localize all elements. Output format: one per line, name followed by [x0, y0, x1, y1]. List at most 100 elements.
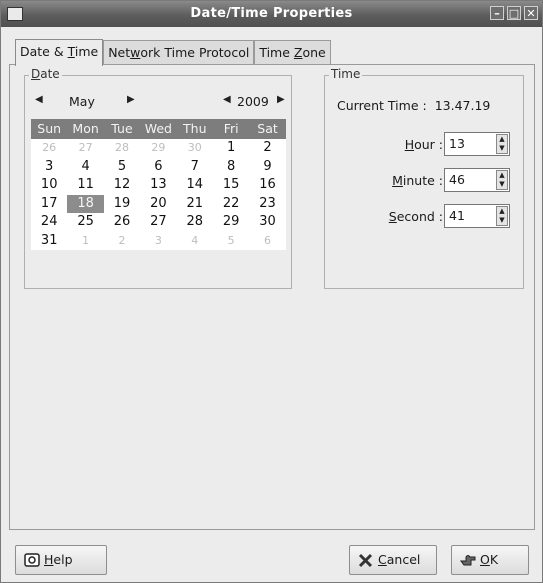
- cancel-button[interactable]: Cancel: [349, 545, 437, 575]
- calendar-day[interactable]: 31: [31, 232, 67, 251]
- tab-bar: Date & Time Network Time Protocol Time Z…: [15, 39, 331, 66]
- window: Date/Time Properties – □ ✕ Date & Time N…: [0, 0, 543, 583]
- minimize-icon[interactable]: –: [490, 6, 504, 20]
- hour-spin-arrows-icon[interactable]: ▲ ▼: [496, 134, 508, 154]
- minute-spin-arrows-icon[interactable]: ▲ ▼: [496, 170, 508, 190]
- label-text: K: [489, 552, 499, 567]
- calendar-day[interactable]: 7: [177, 158, 213, 177]
- calendar-day[interactable]: 27: [140, 213, 176, 232]
- calendar-day[interactable]: 30: [249, 213, 285, 232]
- calendar-day[interactable]: 17: [31, 195, 67, 214]
- maximize-icon[interactable]: □: [507, 6, 521, 20]
- second-spin-arrows-icon[interactable]: ▲ ▼: [496, 206, 508, 226]
- minute-row: Minute : 46 ▲ ▼: [325, 168, 525, 194]
- calendar-day[interactable]: 19: [104, 195, 140, 214]
- calendar-day[interactable]: 4: [177, 232, 213, 251]
- calendar-day[interactable]: 28: [104, 139, 140, 158]
- month-label: May: [69, 94, 95, 109]
- calendar-day[interactable]: 28: [177, 213, 213, 232]
- calendar-day[interactable]: 5: [104, 158, 140, 177]
- calendar-day[interactable]: 2: [104, 232, 140, 251]
- calendar-day[interactable]: 29: [140, 139, 176, 158]
- next-year-icon[interactable]: ▶: [277, 94, 285, 105]
- calendar-day[interactable]: 30: [177, 139, 213, 158]
- weekday-label: Wed: [144, 121, 172, 136]
- tab-label: Time: [259, 45, 294, 60]
- help-button[interactable]: Help: [15, 545, 107, 575]
- calendar-day[interactable]: 27: [67, 139, 103, 158]
- help-icon: [24, 553, 40, 567]
- calendar-day[interactable]: 23: [249, 195, 285, 214]
- hour-value[interactable]: 13: [449, 136, 465, 151]
- prev-year-icon[interactable]: ◀: [223, 94, 231, 105]
- tab-time-zone[interactable]: Time Zone: [254, 40, 331, 65]
- date-frame: Date ◀ May ▶ ◀ 2009 ▶ Sun Mon Tue Wed Thu Fri…: [24, 67, 292, 289]
- second-row: Second : 41 ▲ ▼: [325, 204, 525, 230]
- ok-hand-icon: [460, 555, 476, 566]
- label-mnemonic: M: [392, 173, 403, 188]
- second-value[interactable]: 41: [449, 208, 465, 223]
- ok-button[interactable]: OK: [451, 545, 529, 575]
- calendar-day[interactable]: 1: [67, 232, 103, 251]
- calendar-day[interactable]: 25: [67, 213, 103, 232]
- minute-label: Minute :: [392, 173, 443, 188]
- prev-month-icon[interactable]: ◀: [35, 94, 43, 105]
- second-spinbox[interactable]: 41 ▲ ▼: [444, 204, 510, 228]
- hour-spinbox[interactable]: 13 ▲ ▼: [444, 132, 510, 156]
- calendar-day[interactable]: 24: [31, 213, 67, 232]
- label-mnemonic: H: [404, 137, 415, 152]
- calendar-day[interactable]: 20: [140, 195, 176, 214]
- calendar-day[interactable]: 6: [140, 158, 176, 177]
- hour-row: Hour : 13 ▲ ▼: [325, 132, 525, 158]
- calendar-day[interactable]: 15: [213, 176, 249, 195]
- help-label: Help: [44, 546, 73, 574]
- calendar-day[interactable]: 1: [213, 139, 249, 158]
- label-text: inute :: [402, 173, 443, 188]
- label-text: elp: [53, 552, 73, 567]
- title-bar[interactable]: Date/Time Properties – □ ✕: [1, 1, 542, 27]
- calendar-day[interactable]: 22: [213, 195, 249, 214]
- close-icon[interactable]: ✕: [524, 6, 538, 20]
- cancel-label: Cancel: [378, 546, 420, 574]
- tab-label: Net: [108, 45, 131, 60]
- calendar-day[interactable]: 21: [177, 195, 213, 214]
- calendar-day[interactable]: 26: [104, 213, 140, 232]
- calendar-day[interactable]: 5: [213, 232, 249, 251]
- label-text: our :: [414, 137, 443, 152]
- tab-network-time-protocol[interactable]: Network Time Protocol: [103, 40, 255, 65]
- calendar-day[interactable]: 12: [104, 176, 140, 195]
- calendar-day[interactable]: 29: [213, 213, 249, 232]
- calendar-day[interactable]: 8: [213, 158, 249, 177]
- cancel-icon: [358, 553, 373, 568]
- frame-label-mnemonic: D: [31, 67, 41, 81]
- ok-label: OK: [480, 546, 498, 574]
- second-label: Second :: [389, 209, 443, 224]
- minute-value[interactable]: 46: [449, 172, 465, 187]
- calendar-day[interactable]: 9: [249, 158, 285, 177]
- time-frame: Time Current Time : 13.47.19 Hour : 13 ▲ ▼…: [324, 67, 525, 289]
- next-month-icon[interactable]: ▶: [127, 94, 135, 105]
- weekday-header: Sun Mon Tue Wed Thu Fri Sat: [31, 119, 286, 139]
- tab-mnemonic: T: [67, 44, 75, 59]
- tab-date-time[interactable]: Date & Time: [15, 39, 104, 66]
- label-mnemonic: C: [378, 552, 387, 567]
- calendar-day[interactable]: 3: [31, 158, 67, 177]
- label-mnemonic: H: [44, 552, 54, 567]
- weekday-label: Thu: [183, 121, 207, 136]
- calendar-day[interactable]: 14: [177, 176, 213, 195]
- calendar-day[interactable]: 16: [249, 176, 285, 195]
- calendar-day[interactable]: 10: [31, 176, 67, 195]
- current-time-label: Current Time :: [337, 98, 427, 113]
- calendar-day[interactable]: 26: [31, 139, 67, 158]
- minute-spinbox[interactable]: 46 ▲ ▼: [444, 168, 510, 192]
- calendar-day[interactable]: 3: [140, 232, 176, 251]
- tab-label: one: [302, 45, 326, 60]
- calendar-day[interactable]: 13: [140, 176, 176, 195]
- window-title: Date/Time Properties: [190, 6, 353, 21]
- calendar-day[interactable]: 2: [249, 139, 285, 158]
- calendar-day[interactable]: 4: [67, 158, 103, 177]
- calendar-day-selected[interactable]: 18: [67, 194, 104, 213]
- calendar-day[interactable]: 6: [249, 232, 285, 251]
- label-mnemonic: O: [480, 552, 490, 567]
- calendar-day[interactable]: 11: [67, 176, 103, 195]
